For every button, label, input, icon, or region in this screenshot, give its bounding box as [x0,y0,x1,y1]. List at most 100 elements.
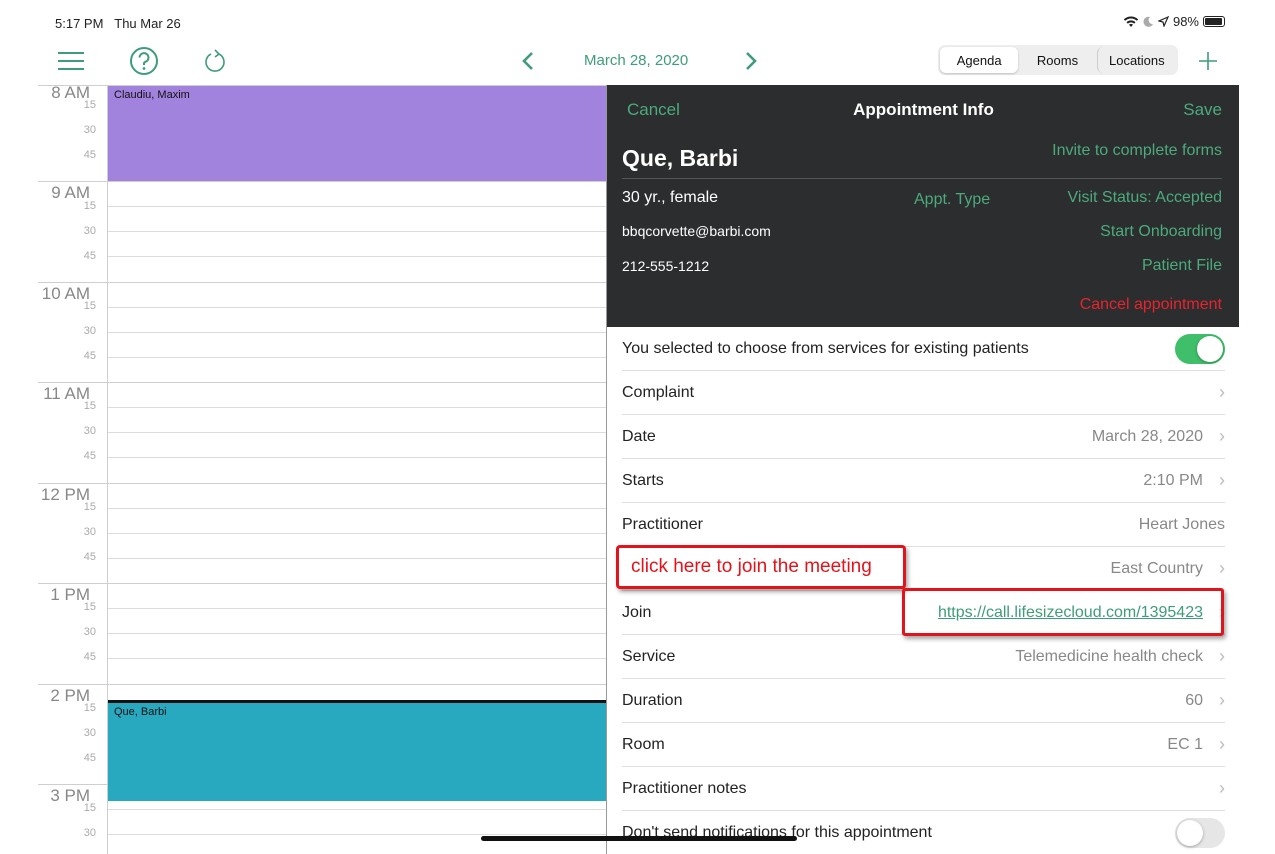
segment-locations[interactable]: Locations [1096,47,1176,73]
chevron-right-icon: › [1219,470,1225,490]
complaint-row[interactable]: Complaint › [622,371,1225,415]
refresh-icon[interactable] [201,46,229,76]
help-icon[interactable] [128,46,160,76]
location-arrow-icon [1157,16,1169,27]
hour-row: 12 PM 15 30 45 [38,483,608,584]
invite-forms-link[interactable]: Invite to complete forms [1052,142,1222,160]
appointment-info-panel: Cancel Appointment Info Save Que, Barbi … [606,85,1239,854]
practitioner-row: Practitioner Heart Jones [622,503,1225,547]
chevron-right-icon: › [1219,558,1225,578]
quarter-label: 45 [83,149,96,161]
event-title: Que, Barbi [114,706,167,718]
grid-line [108,206,608,207]
save-button[interactable]: Save [1183,100,1222,120]
cancel-appointment-button[interactable]: Cancel appointment [1080,296,1222,314]
row-label: Starts [622,471,664,489]
grid-line [108,558,608,559]
row-label: You selected to choose from services for… [622,339,1029,357]
row-label: Practitioner notes [622,779,747,797]
hour-row: 10 AM 15 30 45 [38,282,608,383]
quarter-label: 45 [83,450,96,462]
chevron-left-icon[interactable] [518,46,538,76]
grid-line [108,508,608,509]
grid-line [108,608,608,609]
quarter-label: 30 [83,827,96,839]
hour-line [38,382,608,383]
practitioner-notes-row[interactable]: Practitioner notes › [622,767,1225,811]
starts-row[interactable]: Starts 2:10 PM › [622,459,1225,503]
header-divider [622,178,1222,179]
segment-rooms[interactable]: Rooms [1018,47,1096,73]
row-label: Date [622,427,656,445]
toggle-knob [1197,335,1223,362]
hour-line [38,583,608,584]
panel-title: Appointment Info [853,100,994,119]
row-label: Room [622,735,665,753]
moon-icon [1143,16,1153,27]
appt-type-link[interactable]: Appt. Type [914,191,990,209]
current-date[interactable]: March 28, 2020 [584,52,688,69]
hour-line [38,282,608,283]
segment-agenda[interactable]: Agenda [940,47,1019,73]
patient-phone: 212-555-1212 [622,258,710,274]
quarter-label: 30 [83,526,96,538]
notifications-toggle[interactable] [1175,818,1225,848]
event-claudiu-maxim[interactable]: Claudiu, Maxim [108,86,608,181]
quarter-label: 45 [83,551,96,563]
notifications-row: Don't send notifications for this appoin… [622,811,1225,854]
date-row[interactable]: Date March 28, 2020 › [622,415,1225,459]
quarter-label: 30 [83,727,96,739]
grid-line [108,658,608,659]
grid-line [108,231,608,232]
hour-line [38,483,608,484]
row-value: March 28, 2020 [1091,427,1203,445]
status-time: 5:17 PM Thu Mar 26 [55,16,181,31]
annotation-highlight-box [902,588,1224,636]
grid-line [108,457,608,458]
room-row[interactable]: Room EC 1 › [622,723,1225,767]
calendar-day-view[interactable]: 8 AM 15 30 45 9 AM 15 30 45 10 AM 15 30 … [38,85,608,854]
quarter-label: 15 [83,601,96,613]
row-label: Practitioner [622,515,703,533]
existing-patients-toggle[interactable] [1175,333,1225,364]
hour-row: 9 AM 15 30 45 [38,181,608,282]
chevron-right-icon: › [1219,646,1225,666]
grid-line [108,357,608,358]
quarter-label: 30 [83,225,96,237]
event-que-barbi[interactable]: Que, Barbi [108,703,608,801]
appointment-header: Cancel Appointment Info Save Que, Barbi … [607,85,1239,327]
chevron-right-icon[interactable] [741,46,761,76]
row-value: East Country [1110,559,1203,577]
view-segmented-control: Agenda Rooms Locations [938,45,1178,75]
row-value: 2:10 PM [1143,471,1203,489]
plus-icon[interactable] [1196,46,1220,76]
patient-name: Que, Barbi [622,145,739,171]
start-onboarding-link[interactable]: Start Onboarding [1100,223,1222,241]
service-row[interactable]: Service Telemedicine health check › [622,635,1225,679]
battery-icon [1203,16,1225,27]
visit-status-link[interactable]: Visit Status: Accepted [1068,189,1222,207]
quarter-label: 30 [83,626,96,638]
quarter-label: 15 [83,501,96,513]
grid-line [108,307,608,308]
duration-row[interactable]: Duration 60 › [622,679,1225,723]
quarter-label: 15 [83,99,96,111]
grid-line [108,407,608,408]
row-value: EC 1 [1167,735,1203,753]
menu-icon[interactable] [56,46,86,76]
row-label: Complaint [622,383,695,401]
row-value: Heart Jones [1138,515,1225,533]
grid-line [108,256,608,257]
home-indicator[interactable] [481,836,797,841]
row-label: Join [622,603,652,621]
battery-percent: 98% [1172,14,1199,29]
grid-line [108,533,608,534]
quarter-label: 15 [83,400,96,412]
hour-line [38,181,608,182]
toggle-knob [1177,820,1203,846]
grid-line [108,332,608,333]
existing-patients-row: You selected to choose from services for… [622,327,1225,371]
patient-file-link[interactable]: Patient File [1142,257,1222,275]
quarter-label: 15 [83,802,96,814]
quarter-label: 45 [83,752,96,764]
